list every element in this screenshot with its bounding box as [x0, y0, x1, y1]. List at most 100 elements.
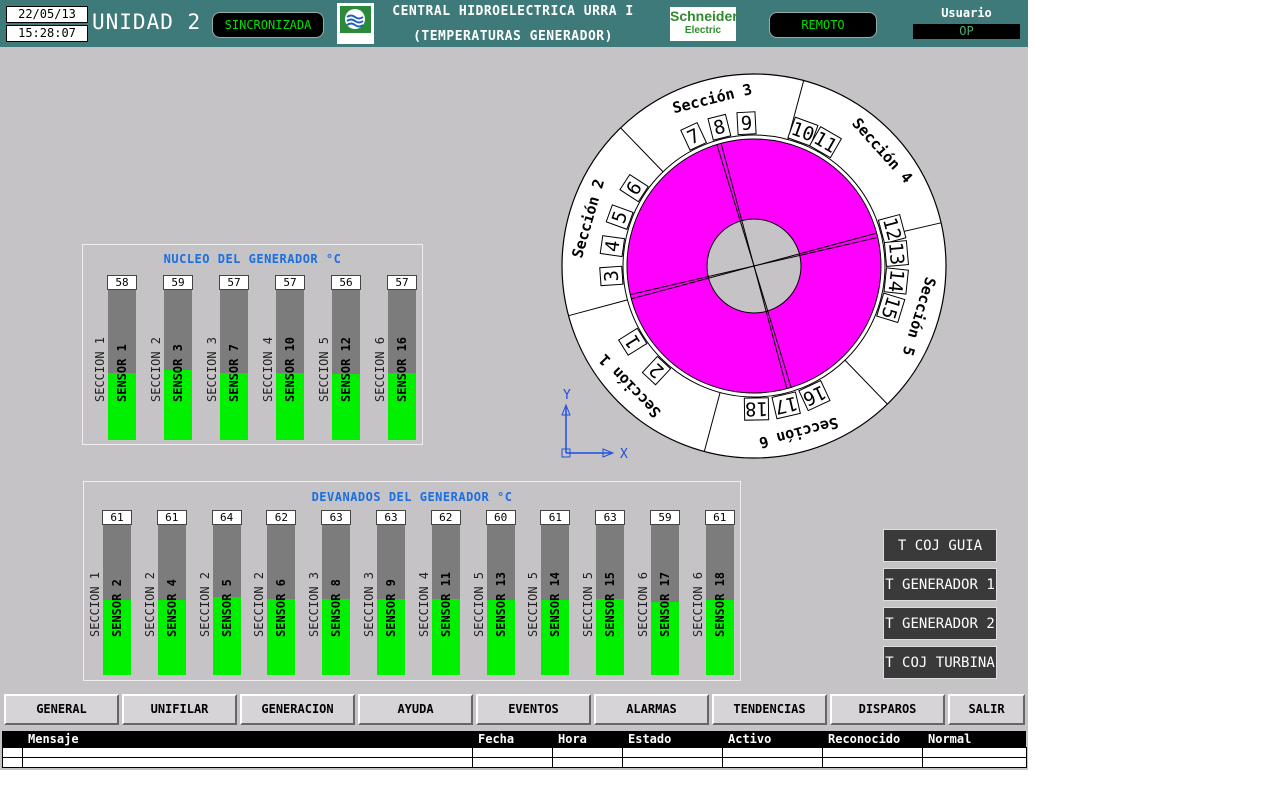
col-reconocido: Reconocido — [828, 732, 901, 746]
nav-bar: GENERAL UNIFILAR GENERACION AYUDA EVENTOS ALA… — [0, 692, 1028, 728]
nucleo-title: NUCLEO DEL GENERADOR °C — [163, 252, 342, 266]
schneider-logo: Schneider Electric — [670, 7, 738, 41]
sensor-position-number: 9 — [740, 112, 753, 135]
alarm-table-header: Mensaje Fecha Hora Estado Activo Reconoc… — [2, 731, 1026, 747]
sensor-value: 61 — [102, 510, 132, 525]
sensor-position-marker: 3 — [599, 265, 624, 287]
time-display: 15:28:07 — [6, 25, 88, 42]
sensor-value: 61 — [540, 510, 571, 525]
sensor-value: 57 — [219, 275, 249, 290]
sensor-position-marker: 14 — [883, 267, 909, 295]
sensor-name: SENSOR 4 — [164, 579, 179, 637]
alarm-cell — [552, 757, 623, 768]
sensor-section-label: SECCION 3 — [307, 571, 322, 637]
alarm-cell — [472, 757, 553, 768]
col-mensaje: Mensaje — [28, 732, 79, 746]
user-label: Usuario — [941, 6, 992, 20]
nav-button-tendencias[interactable]: TENDENCIAS — [712, 694, 827, 725]
sensor-value: 61 — [156, 510, 187, 525]
sensor-section-label: SECCION 3 — [205, 336, 219, 402]
mode-badge: REMOTO — [769, 12, 877, 38]
sensor-name: SENSOR 13 — [493, 571, 508, 637]
sensor-value: 59 — [650, 510, 680, 525]
alarm-cell — [922, 757, 1027, 768]
nav-button-salir[interactable]: SALIR — [948, 694, 1025, 725]
col-hora: Hora — [558, 732, 587, 746]
sensor-section-label: SECCION 5 — [526, 571, 541, 637]
sensor-position-marker: 18 — [743, 397, 770, 421]
sensor-section-label: SECCION 2 — [142, 571, 157, 637]
sensor-position-number: 13 — [884, 241, 908, 266]
sensor-name: SENSOR 16 — [395, 336, 409, 402]
sensor-name: SENSOR 8 — [329, 579, 344, 637]
alarm-cell — [22, 757, 473, 768]
devanados-panel: DEVANADOS DEL GENERADOR °C 61 SENSOR 2 SEC… — [83, 481, 741, 681]
empresa-logo — [337, 3, 374, 44]
sensor-name: SENSOR 7 — [227, 344, 241, 402]
sensor-name: SENSOR 2 — [110, 579, 124, 637]
user-field[interactable]: OP — [913, 24, 1020, 39]
sensor-section-label: SECCION 6 — [373, 336, 387, 402]
sensor-name: SENSOR 12 — [339, 336, 353, 402]
t-coj-turbina-button[interactable]: T COJ TURBINA — [883, 646, 997, 679]
sensor-value: 63 — [321, 510, 352, 525]
sensor-value: 62 — [266, 510, 297, 525]
alarm-cell — [2, 757, 23, 768]
col-fecha: Fecha — [478, 732, 515, 746]
sensor-section-label: SECCION 5 — [581, 571, 596, 637]
alarm-cell — [622, 757, 723, 768]
sensor-name: SENSOR 10 — [283, 336, 297, 402]
nav-button-generacion[interactable]: GENERACION — [240, 694, 355, 725]
sensor-section-label: SECCION 5 — [317, 336, 331, 402]
sensor-position-number: 18 — [745, 397, 768, 419]
nucleo-panel: NUCLEO DEL GENERADOR °C 58 SENSOR 1 SECCIO… — [82, 244, 423, 445]
col-normal: Normal — [928, 732, 972, 746]
sensor-section-label: SECCION 4 — [261, 336, 275, 402]
alarm-cell — [722, 757, 823, 768]
sensor-section-label: SECCION 2 — [149, 336, 163, 402]
sensor-name: SENSOR 5 — [219, 579, 234, 637]
t-generador-2-button[interactable]: T GENERADOR 2 — [883, 607, 997, 640]
scada-window: 22/05/13 15:28:07 UNIDAD 2 SINCRONIZADA … — [0, 0, 1028, 770]
date-display: 22/05/13 — [6, 6, 88, 23]
sensor-position-number: 14 — [884, 268, 908, 293]
col-activo: Activo — [728, 732, 772, 746]
sensor-name: SENSOR 1 — [115, 344, 129, 402]
nav-button-disparos[interactable]: DISPAROS — [830, 694, 945, 725]
sensor-section-label: SECCION 1 — [88, 571, 102, 637]
sensor-value: 63 — [376, 510, 406, 525]
nav-button-unifilar[interactable]: UNIFILAR — [122, 694, 237, 725]
sensor-position-marker: 4 — [599, 235, 626, 258]
sensor-position-marker: 13 — [883, 240, 910, 267]
sensor-value: 57 — [275, 275, 305, 290]
sensor-value: 57 — [387, 275, 417, 290]
alarm-cell — [822, 757, 923, 768]
unit-title: UNIDAD 2 — [92, 10, 202, 34]
sensor-value: 60 — [485, 510, 516, 525]
sensor-name: SENSOR 11 — [438, 571, 453, 637]
sensor-position-marker: 9 — [736, 111, 757, 136]
sensor-section-label: SECCION 1 — [93, 336, 107, 402]
sensor-name: SENSOR 14 — [548, 571, 563, 637]
nav-button-general[interactable]: GENERAL — [4, 694, 119, 725]
sensor-name: SENSOR 15 — [603, 571, 618, 637]
nav-button-eventos[interactable]: EVENTOS — [476, 694, 591, 725]
screen-subtitle: (TEMPERATURAS GENERADOR) — [413, 29, 613, 44]
nav-button-alarmas[interactable]: ALARMAS — [594, 694, 709, 725]
nav-button-ayuda[interactable]: AYUDA — [358, 694, 473, 725]
sensor-value: 56 — [331, 275, 361, 290]
sensor-value: 61 — [704, 510, 735, 525]
devanados-title: DEVANADOS DEL GENERADOR °C — [311, 490, 513, 504]
col-estado: Estado — [628, 732, 672, 746]
sensor-value: 63 — [595, 510, 626, 525]
t-coj-guia-button[interactable]: T COJ GUIA — [883, 529, 997, 562]
sensor-section-label: SECCION 4 — [416, 571, 431, 637]
sensor-name: SENSOR 9 — [384, 579, 398, 637]
header-bar: 22/05/13 15:28:07 UNIDAD 2 SINCRONIZADA … — [0, 0, 1028, 47]
sensor-name: SENSOR 18 — [712, 571, 727, 637]
alarm-table-body[interactable] — [2, 747, 1027, 768]
sensor-position-number: 3 — [600, 269, 623, 282]
sensor-section-label: SECCION 6 — [636, 571, 650, 637]
sensor-section-label: SECCION 2 — [197, 571, 212, 637]
t-generador-1-button[interactable]: T GENERADOR 1 — [883, 568, 997, 601]
